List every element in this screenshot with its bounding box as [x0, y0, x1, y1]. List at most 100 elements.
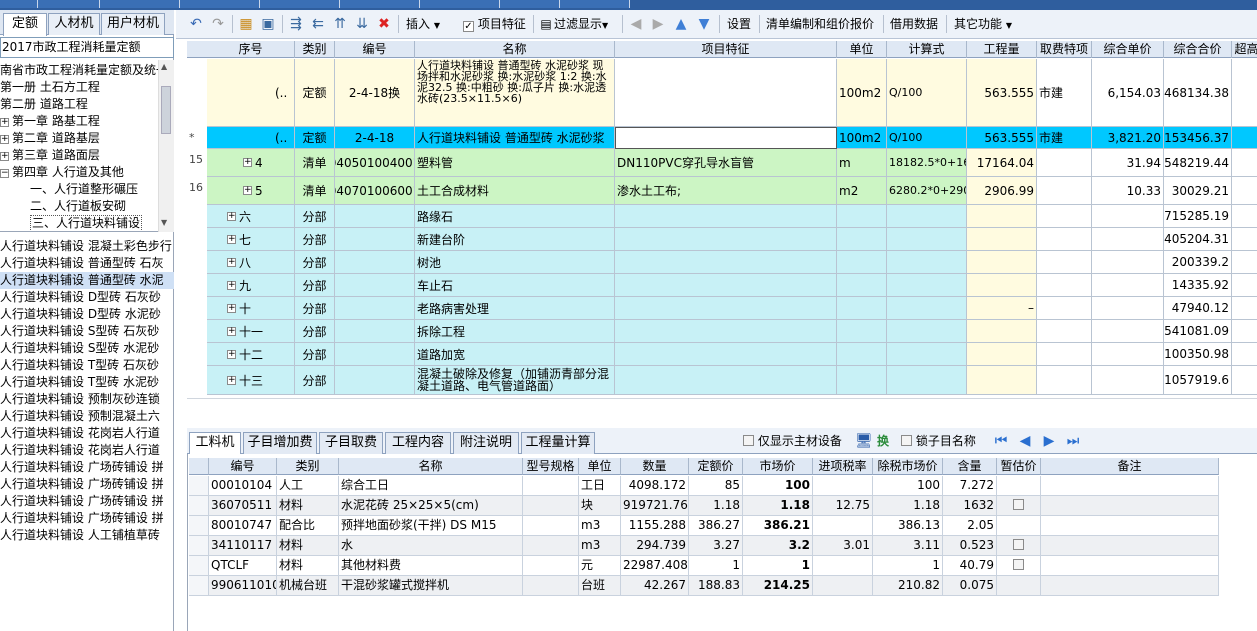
- grid-cell-unit[interactable]: m: [837, 149, 887, 177]
- material-cell-tax[interactable]: [813, 556, 873, 576]
- material-col-header[interactable]: 定额价: [689, 458, 743, 475]
- material-cell-market[interactable]: 1.18: [743, 496, 813, 516]
- material-cell-type[interactable]: 材料: [277, 556, 339, 576]
- material-cell-code[interactable]: QTCLF: [209, 556, 277, 576]
- grid-cell-type[interactable]: 分部: [295, 297, 335, 320]
- only-main-material-toggle[interactable]: 仅显示主材设备: [743, 432, 842, 450]
- material-cell-unit[interactable]: 元: [579, 556, 621, 576]
- grid-cell-qty[interactable]: [967, 320, 1037, 343]
- grid-cell-seq[interactable]: + 十二: [207, 343, 295, 366]
- material-cell-unit[interactable]: m3: [579, 536, 621, 556]
- material-cell-net[interactable]: 1.18: [873, 496, 943, 516]
- top-tab[interactable]: [180, 0, 260, 8]
- collapse-icon[interactable]: −: [0, 169, 9, 178]
- material-cell-spec[interactable]: [523, 516, 579, 536]
- grid-cell-sup[interactable]: [1232, 297, 1257, 320]
- grid-cell-unit[interactable]: [837, 228, 887, 251]
- material-cell-unit[interactable]: 工日: [579, 476, 621, 496]
- material-cell-base[interactable]: 188.83: [689, 576, 743, 596]
- grid-cell-total[interactable]: 47940.12: [1164, 297, 1232, 320]
- indent-icon[interactable]: ⇶: [288, 15, 304, 33]
- checkbox-icon[interactable]: [901, 435, 912, 446]
- quota-list-item[interactable]: 人行道块料铺设 D型砖 石灰砂: [0, 289, 174, 306]
- grid-cell-price[interactable]: [1092, 343, 1164, 366]
- grid-cell-type[interactable]: 定额: [295, 59, 335, 127]
- quota-list-item[interactable]: 人行道块料铺设 T型砖 水泥砂: [0, 374, 174, 391]
- delete-icon[interactable]: ✖: [376, 15, 392, 33]
- grid-col-header[interactable]: 单位: [837, 41, 887, 58]
- grid-cell-unit[interactable]: [837, 320, 887, 343]
- grid-cell-unit[interactable]: [837, 297, 887, 320]
- tree-node[interactable]: 一、人行道整形碾压: [30, 181, 138, 198]
- grid-cell-total[interactable]: 548219.44: [1164, 149, 1232, 177]
- expand-icon[interactable]: +: [227, 303, 236, 313]
- material-col-header[interactable]: 备注: [1041, 458, 1219, 475]
- material-cell-tax[interactable]: [813, 516, 873, 536]
- grid-cell-fee[interactable]: 市建: [1037, 59, 1092, 127]
- last-record-icon[interactable]: ⏭: [1065, 432, 1081, 450]
- grid-cell-feature[interactable]: 渗水土工布;: [615, 177, 837, 205]
- material-cell-net[interactable]: 100: [873, 476, 943, 496]
- expand-icon[interactable]: +: [227, 257, 236, 267]
- grid-cell-formula[interactable]: [887, 343, 967, 366]
- borrow-data-button[interactable]: 借用数据: [890, 15, 938, 33]
- material-cell-content[interactable]: 0.523: [943, 536, 997, 556]
- grid-cell-unit[interactable]: 100m2: [837, 59, 887, 127]
- grid-cell-formula[interactable]: [887, 320, 967, 343]
- grid-cell-name[interactable]: 人行道块料铺设 普通型砖 水泥砂浆: [415, 127, 615, 149]
- material-cell-qty[interactable]: 42.267: [621, 576, 689, 596]
- grid-cell-qty[interactable]: [967, 205, 1037, 228]
- material-cell-spec[interactable]: [523, 496, 579, 516]
- material-cell-spec[interactable]: [523, 476, 579, 496]
- grid-cell-price[interactable]: [1092, 251, 1164, 274]
- item-feature-toggle[interactable]: ✓ 项目特征: [463, 15, 526, 33]
- grid-cell-total[interactable]: 2153456.37: [1164, 127, 1232, 149]
- grid-cell-formula[interactable]: 6280.2*0+2906.99: [887, 177, 967, 205]
- tab-quantity-calc[interactable]: 工程量计算: [521, 432, 595, 454]
- expand-icon[interactable]: +: [227, 280, 236, 290]
- material-cell-name[interactable]: 综合工日: [339, 476, 523, 496]
- grid-cell-sup[interactable]: [1232, 274, 1257, 297]
- expand-icon[interactable]: +: [0, 118, 9, 127]
- expand-icon[interactable]: +: [243, 158, 252, 167]
- grid-cell-type[interactable]: 清单: [295, 149, 335, 177]
- material-col-header[interactable]: 市场价: [743, 458, 813, 475]
- insert-button[interactable]: 插入 ▼: [406, 15, 440, 33]
- expand-icon[interactable]: +: [243, 186, 252, 195]
- material-cell-type[interactable]: 人工: [277, 476, 339, 496]
- grid-cell-fee[interactable]: [1037, 343, 1092, 366]
- estimate-checkbox[interactable]: [1013, 559, 1024, 570]
- material-cell-net[interactable]: 1: [873, 556, 943, 576]
- material-cell-code[interactable]: 990611010: [209, 576, 277, 596]
- grid-cell-total[interactable]: 3715285.19: [1164, 205, 1232, 228]
- grid-cell-qty[interactable]: [967, 251, 1037, 274]
- grid-cell-fee[interactable]: 市建: [1037, 127, 1092, 149]
- grid-cell-name[interactable]: 路缘石: [415, 205, 615, 228]
- material-cell-content[interactable]: 0.075: [943, 576, 997, 596]
- grid-cell-fee[interactable]: [1037, 205, 1092, 228]
- redo-icon[interactable]: ↷: [210, 15, 226, 33]
- grid-cell-price[interactable]: [1092, 205, 1164, 228]
- tree-node-selected[interactable]: 三、人行道块料铺设: [30, 215, 143, 231]
- material-cell-est[interactable]: [997, 496, 1041, 516]
- grid-cell-code[interactable]: [335, 343, 415, 366]
- grid-cell-unit[interactable]: [837, 366, 887, 395]
- row-header[interactable]: [189, 516, 209, 536]
- grid-cell-type[interactable]: 分部: [295, 274, 335, 297]
- grid-cell-seq[interactable]: + 八: [207, 251, 295, 274]
- grid-cell-total[interactable]: 1057919.6: [1164, 366, 1232, 395]
- material-cell-qty[interactable]: 919721.76: [621, 496, 689, 516]
- material-cell-market[interactable]: 100: [743, 476, 813, 496]
- checkbox-checked-icon[interactable]: ✓: [463, 21, 474, 32]
- material-cell-qty[interactable]: 4098.172: [621, 476, 689, 496]
- material-col-header[interactable]: 编号: [209, 458, 277, 475]
- top-tab[interactable]: [260, 0, 340, 8]
- material-col-header[interactable]: 进项税率: [813, 458, 873, 475]
- quota-list-item[interactable]: 人行道块料铺设 预制灰砂连锁: [0, 391, 174, 408]
- grid-cell-formula[interactable]: Q/100: [887, 59, 967, 127]
- material-cell-name[interactable]: 其他材料费: [339, 556, 523, 576]
- material-cell-note[interactable]: [1041, 476, 1219, 496]
- material-cell-note[interactable]: [1041, 556, 1219, 576]
- grid-col-header[interactable]: 超高: [1232, 41, 1257, 58]
- grid-cell-seq[interactable]: (..: [207, 59, 295, 127]
